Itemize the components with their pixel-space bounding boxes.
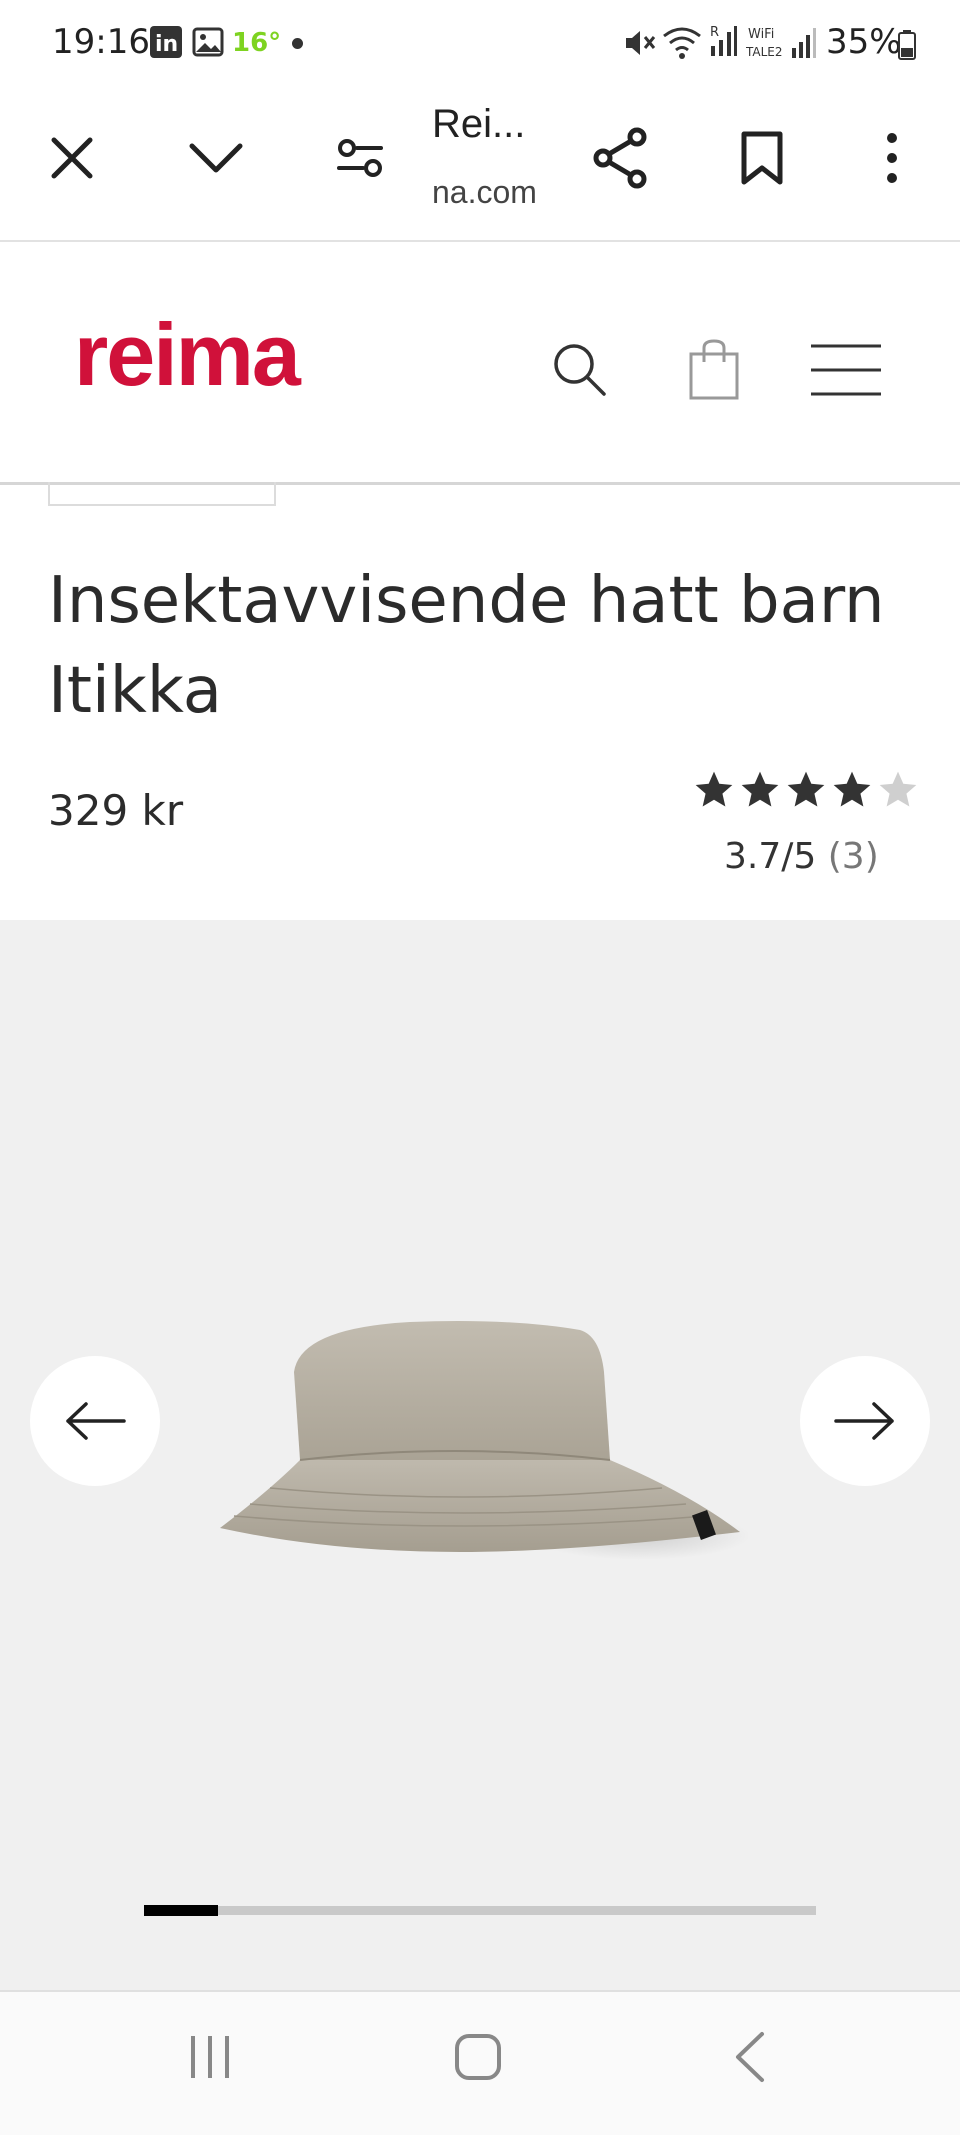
product-gallery — [0, 920, 960, 1990]
star-filled-icon — [833, 771, 871, 807]
gallery-progress-fill — [144, 1905, 218, 1916]
tab-title[interactable]: Rei... — [432, 102, 525, 147]
product-tag-remnant — [48, 482, 276, 506]
rating-value: 3.7/5 — [724, 836, 817, 877]
home-button[interactable] — [428, 2022, 528, 2092]
search-icon — [554, 344, 606, 396]
cart-button[interactable] — [674, 330, 754, 410]
chevron-down-icon — [189, 143, 243, 173]
menu-button[interactable] — [806, 330, 886, 410]
shopping-bag-icon — [689, 339, 739, 400]
star-filled-icon — [787, 771, 825, 807]
reima-logo[interactable]: reima — [74, 304, 301, 406]
close-icon — [51, 137, 93, 179]
status-temperature: 16° — [232, 28, 282, 58]
product-price: 329 kr — [48, 786, 184, 835]
share-icon — [593, 127, 647, 189]
hamburger-menu-icon — [811, 344, 881, 396]
rating-count: (3) — [827, 836, 879, 877]
recent-apps-icon — [191, 2036, 229, 2078]
search-button[interactable] — [540, 330, 620, 410]
back-icon — [736, 2032, 764, 2082]
home-icon — [455, 2034, 501, 2080]
star-empty-icon — [879, 771, 917, 807]
signal-r-icon: R — [708, 22, 738, 65]
star-filled-icon — [695, 771, 733, 807]
bookmark-button[interactable] — [722, 118, 802, 198]
rating-stars[interactable] — [692, 768, 920, 816]
close-tab-button[interactable] — [32, 118, 112, 198]
wifi-icon — [662, 24, 702, 65]
arrow-left-icon — [66, 1402, 126, 1440]
browser-toolbar: Rei... na.com — [0, 88, 960, 243]
mute-icon — [622, 26, 656, 65]
signal-icon — [790, 26, 818, 65]
svg-text:TALE2: TALE2 — [746, 45, 783, 59]
arrow-right-icon — [834, 1402, 894, 1440]
product-image-bucket-hat[interactable] — [210, 1310, 750, 1570]
wifi-tale2-icon: WiFi TALE2 — [745, 24, 788, 65]
star-filled-icon — [741, 771, 779, 807]
rating-summary[interactable]: 3.7/5 (3) — [724, 836, 879, 877]
recent-apps-button[interactable] — [160, 2022, 260, 2092]
minimize-button[interactable] — [176, 118, 256, 198]
notification-dot-icon — [292, 38, 303, 49]
tab-settings-icon — [337, 139, 383, 177]
share-button[interactable] — [580, 118, 660, 198]
battery-percentage: 35% — [826, 22, 902, 62]
gallery-prev-button[interactable] — [30, 1356, 160, 1486]
more-vert-icon — [887, 133, 897, 183]
svg-text:R: R — [710, 25, 719, 40]
bookmark-icon — [741, 131, 783, 185]
svg-text:WiFi: WiFi — [748, 27, 774, 42]
battery-icon — [898, 30, 916, 65]
system-navigation-bar — [0, 1990, 960, 2135]
gallery-progress-bar — [144, 1905, 816, 1916]
linkedin-icon: in — [150, 26, 182, 58]
tab-url[interactable]: na.com — [432, 174, 537, 211]
back-button[interactable] — [700, 2022, 800, 2092]
tab-settings-button[interactable] — [320, 118, 400, 198]
status-bar: 19:16 in 16° R WiFi TALE2 35% — [0, 0, 960, 88]
product-title: Insektavvisende hatt barn Itikka — [48, 564, 885, 728]
site-header: reima — [0, 242, 960, 485]
gallery-icon — [192, 26, 224, 58]
more-options-button[interactable] — [852, 118, 932, 198]
status-time: 19:16 — [52, 22, 150, 62]
svg-text:in: in — [155, 32, 178, 57]
gallery-next-button[interactable] — [800, 1356, 930, 1486]
